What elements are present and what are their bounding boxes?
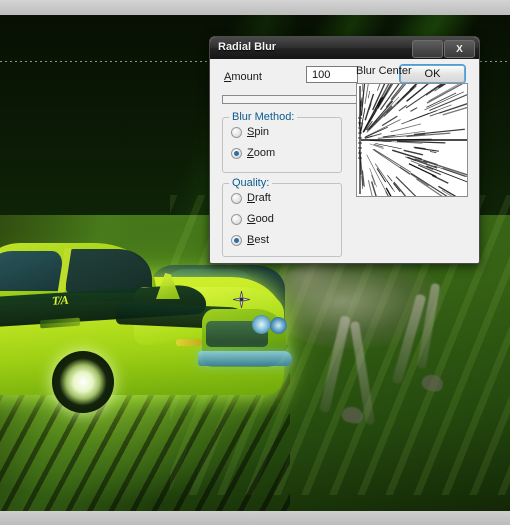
radio-icon[interactable]	[231, 192, 242, 204]
blur-center-label: Blur Center	[356, 65, 412, 77]
radio-blur-method-spin[interactable]: Spin	[231, 126, 269, 138]
quality-title: Quality:	[229, 177, 273, 189]
radio-label: Best	[247, 234, 270, 246]
car-headlight	[252, 315, 271, 334]
car-side-window	[66, 249, 152, 293]
radio-icon[interactable]	[231, 126, 242, 138]
dialog-title: Radial Blur	[218, 41, 277, 53]
car-ta-badge: T/A	[51, 292, 69, 308]
car-headlight	[270, 317, 287, 334]
amount-label: Amount	[224, 71, 262, 83]
radio-label: Good	[247, 213, 274, 225]
radio-icon-selected[interactable]	[231, 147, 242, 159]
minimize-button[interactable]	[412, 40, 443, 58]
blur-method-title: Blur Method:	[229, 111, 298, 123]
radial-blur-dialog: Radial Blur X Amount 100 OK Cancel Blur …	[209, 36, 480, 264]
blur-center-preview[interactable]	[356, 83, 468, 197]
blur-method-group: Blur Method: Spin Zoom	[222, 111, 342, 173]
radio-blur-method-zoom[interactable]: Zoom	[231, 147, 275, 159]
green-muscle-car: T/A	[0, 243, 296, 435]
radio-quality-good[interactable]: Good	[231, 213, 274, 225]
car-side-marker	[176, 339, 202, 346]
dialog-titlebar[interactable]: Radial Blur X	[210, 37, 479, 59]
dialog-body: Amount 100 OK Cancel Blur Method: Spin Z…	[210, 59, 479, 263]
radio-label: Draft	[247, 192, 271, 204]
car-rear-window	[0, 251, 62, 291]
radio-label: Spin	[247, 126, 270, 138]
amount-input[interactable]: 100	[306, 66, 358, 83]
amount-label-rest: mount	[231, 71, 262, 83]
radio-quality-draft[interactable]: Draft	[231, 192, 271, 204]
radio-label: Zoom	[247, 147, 276, 159]
radio-icon[interactable]	[231, 213, 242, 225]
window-chrome-bottom	[0, 511, 510, 525]
car-front-wheel-hub	[66, 365, 100, 399]
close-button[interactable]: X	[444, 40, 475, 58]
window-button-group: X	[412, 40, 475, 58]
photo-editor-window: T/A Radial Blur X Amount 100 OK Blur Met…	[0, 0, 510, 525]
radio-quality-best[interactable]: Best	[231, 234, 269, 246]
quality-group: Quality: Draft Good Best	[222, 177, 342, 257]
crosshair-cursor	[233, 291, 250, 308]
window-chrome-top	[0, 0, 510, 15]
radio-icon-selected[interactable]	[231, 234, 242, 246]
car-front-bumper	[198, 351, 292, 366]
